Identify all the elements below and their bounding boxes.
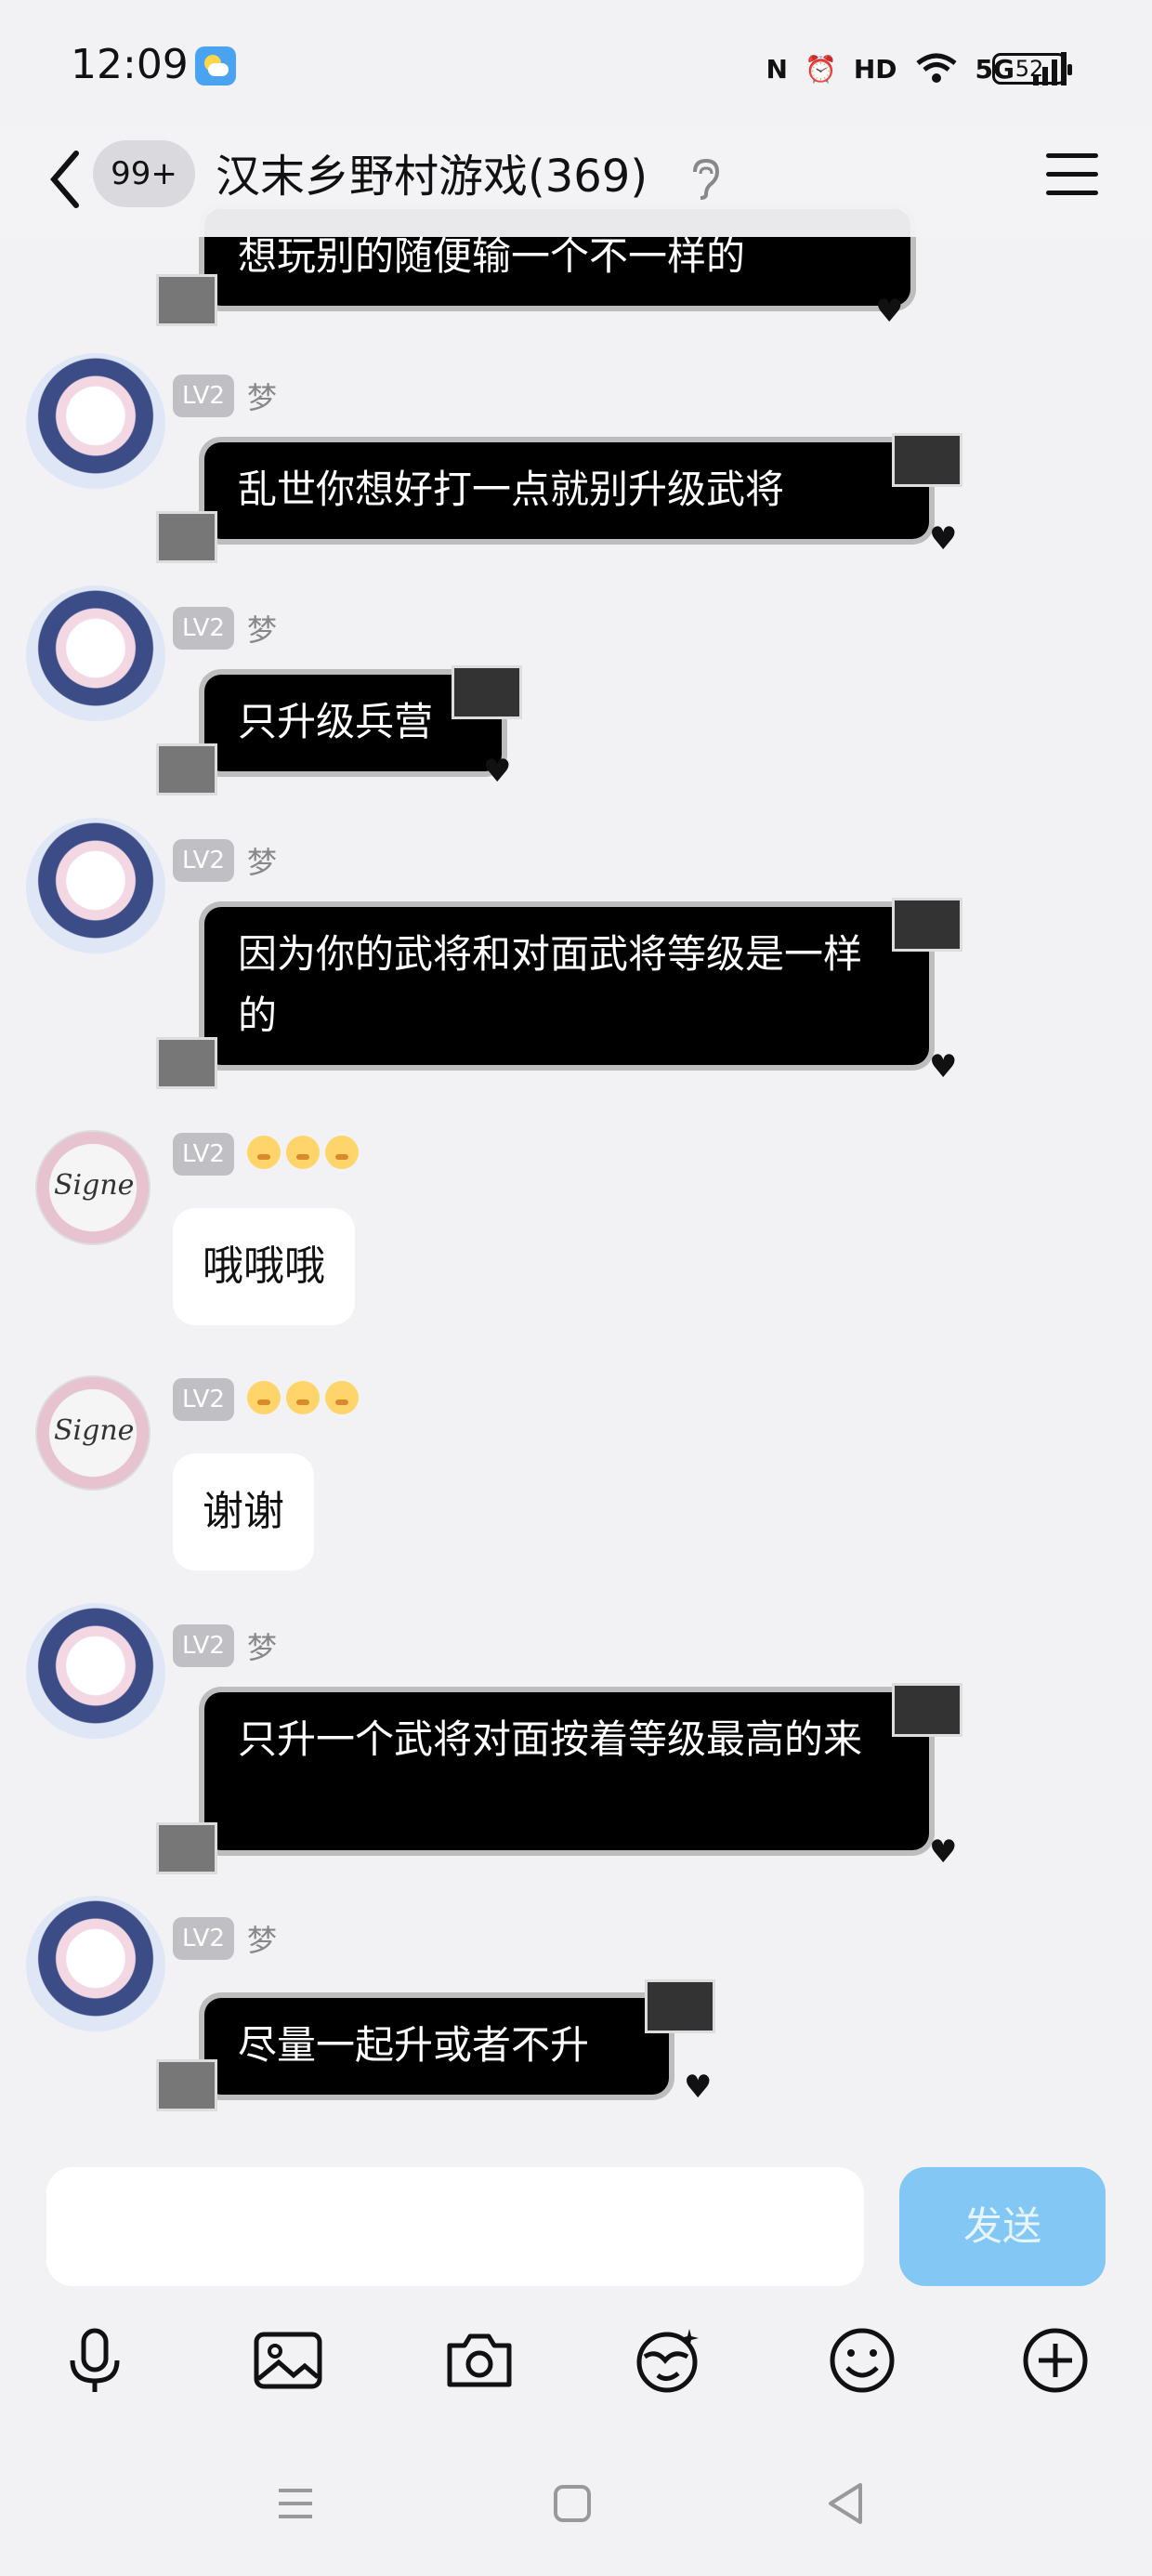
plus-icon[interactable] xyxy=(1018,2323,1093,2398)
message-meta: LV2 梦 xyxy=(173,1622,277,1670)
recent-apps-icon[interactable] xyxy=(275,2483,316,2524)
system-nav-bar xyxy=(0,2453,1152,2556)
message-input[interactable] xyxy=(46,2167,864,2286)
message-text: 尽量一起升或者不升 xyxy=(238,2022,590,2068)
bubble-decoration xyxy=(892,433,962,487)
avatar[interactable]: Signe xyxy=(35,1375,151,1491)
heart-icon: ♥ xyxy=(483,753,512,790)
back-arrow-icon[interactable] xyxy=(45,146,85,213)
avatar[interactable]: Signe xyxy=(35,1130,151,1245)
status-bar: 12:09 N ⏰ HD 5G 52 xyxy=(0,0,1152,139)
message-meta: LV2 梦 xyxy=(173,604,277,652)
bubble-decoration xyxy=(452,665,522,719)
avatar[interactable] xyxy=(26,353,165,493)
bubble-decoration xyxy=(156,743,217,795)
emoji-icon[interactable] xyxy=(825,2323,899,2398)
level-badge: LV2 xyxy=(173,1624,234,1667)
message-meta: LV2 梦 xyxy=(173,836,277,885)
bubble-decoration xyxy=(892,898,962,952)
level-badge: LV2 xyxy=(173,607,234,650)
heart-icon: ♥ xyxy=(929,520,958,558)
message-text: 哦哦哦 xyxy=(203,1242,325,1290)
bubble-decoration xyxy=(156,1037,217,1089)
alarm-icon: ⏰ xyxy=(804,53,837,85)
bubble-decoration xyxy=(156,1822,217,1874)
group-title[interactable]: 汉末乡野村游戏(369) xyxy=(216,144,648,209)
message-meta: LV2 梦 xyxy=(173,1914,277,1963)
avatar[interactable] xyxy=(26,1896,165,2035)
composer-toolbar xyxy=(0,2316,1152,2409)
nickname: 梦 xyxy=(246,1630,277,1665)
menu-icon[interactable] xyxy=(1046,153,1098,200)
send-button[interactable]: 发送 xyxy=(899,2167,1106,2286)
image-icon[interactable] xyxy=(251,2323,325,2398)
message-bubble[interactable]: 因为你的武将和对面武将等级是一样的 xyxy=(204,907,929,1065)
avatar[interactable] xyxy=(26,585,165,725)
heart-icon: ♥ xyxy=(875,293,904,330)
avatar[interactable] xyxy=(26,818,165,957)
level-badge: LV2 xyxy=(173,1133,234,1176)
sticker-icon[interactable] xyxy=(632,2323,706,2398)
message-bubble[interactable]: 谢谢 xyxy=(173,1453,314,1571)
message-meta: LV2 xyxy=(173,1375,364,1424)
message-bubble[interactable]: 哦哦哦 xyxy=(173,1208,355,1325)
wifi-icon xyxy=(915,53,957,83)
message-meta: LV2 梦 xyxy=(173,372,277,420)
message-bubble[interactable]: 乱世你想好打一点就别升级武将 xyxy=(204,442,929,539)
heart-icon: ♥ xyxy=(929,1833,958,1871)
message-text: 想玩别的随便输一个不一样的 xyxy=(238,233,746,279)
nickname: 梦 xyxy=(246,845,277,880)
bubble-decoration xyxy=(156,2059,217,2111)
heart-icon: ♥ xyxy=(929,1048,958,1085)
composer: 发送 xyxy=(0,2145,1152,2331)
message-bubble[interactable]: 尽量一起升或者不升 xyxy=(204,1998,669,2095)
message-text: 只升级兵营 xyxy=(238,699,434,744)
hd-icon: HD xyxy=(853,53,897,85)
ear-icon xyxy=(693,159,720,200)
bubble-decoration xyxy=(156,274,217,326)
weather-icon xyxy=(195,46,236,85)
emoji-icon xyxy=(246,1136,364,1173)
avatar[interactable] xyxy=(26,1603,165,1742)
heart-icon: ♥ xyxy=(684,2069,713,2106)
camera-icon[interactable] xyxy=(442,2323,517,2398)
battery-indicator: 52 xyxy=(992,53,1072,85)
level-badge: LV2 xyxy=(173,1378,234,1421)
message-bubble[interactable]: 只升一个武将对面按着等级最高的来 xyxy=(204,1692,929,1850)
message-text: 只升一个武将对面按着等级最高的来 xyxy=(238,1716,863,1762)
nickname: 梦 xyxy=(246,1923,277,1958)
level-badge: LV2 xyxy=(173,839,234,882)
nickname: 梦 xyxy=(246,380,277,415)
nickname: 梦 xyxy=(246,612,277,648)
level-badge: LV2 xyxy=(173,375,234,417)
bubble-decoration xyxy=(645,1979,715,2033)
emoji-icon xyxy=(246,1381,364,1418)
message-text: 因为你的武将和对面武将等级是一样的 xyxy=(238,931,863,1038)
message-text: 谢谢 xyxy=(203,1488,284,1535)
status-time: 12:09 xyxy=(71,41,189,88)
nfc-icon: N xyxy=(766,53,788,85)
bubble-decoration xyxy=(156,511,217,563)
level-badge: LV2 xyxy=(173,1917,234,1960)
bubble-decoration xyxy=(892,1683,962,1737)
message-text: 乱世你想好打一点就别升级武将 xyxy=(238,467,785,512)
home-icon[interactable] xyxy=(552,2483,593,2524)
chat-header: 99+ 汉末乡野村游戏(369) xyxy=(0,125,1152,237)
back-nav-icon[interactable] xyxy=(825,2481,866,2526)
unread-badge[interactable]: 99+ xyxy=(93,140,195,207)
microphone-icon[interactable] xyxy=(58,2323,132,2398)
message-meta: LV2 xyxy=(173,1130,364,1178)
